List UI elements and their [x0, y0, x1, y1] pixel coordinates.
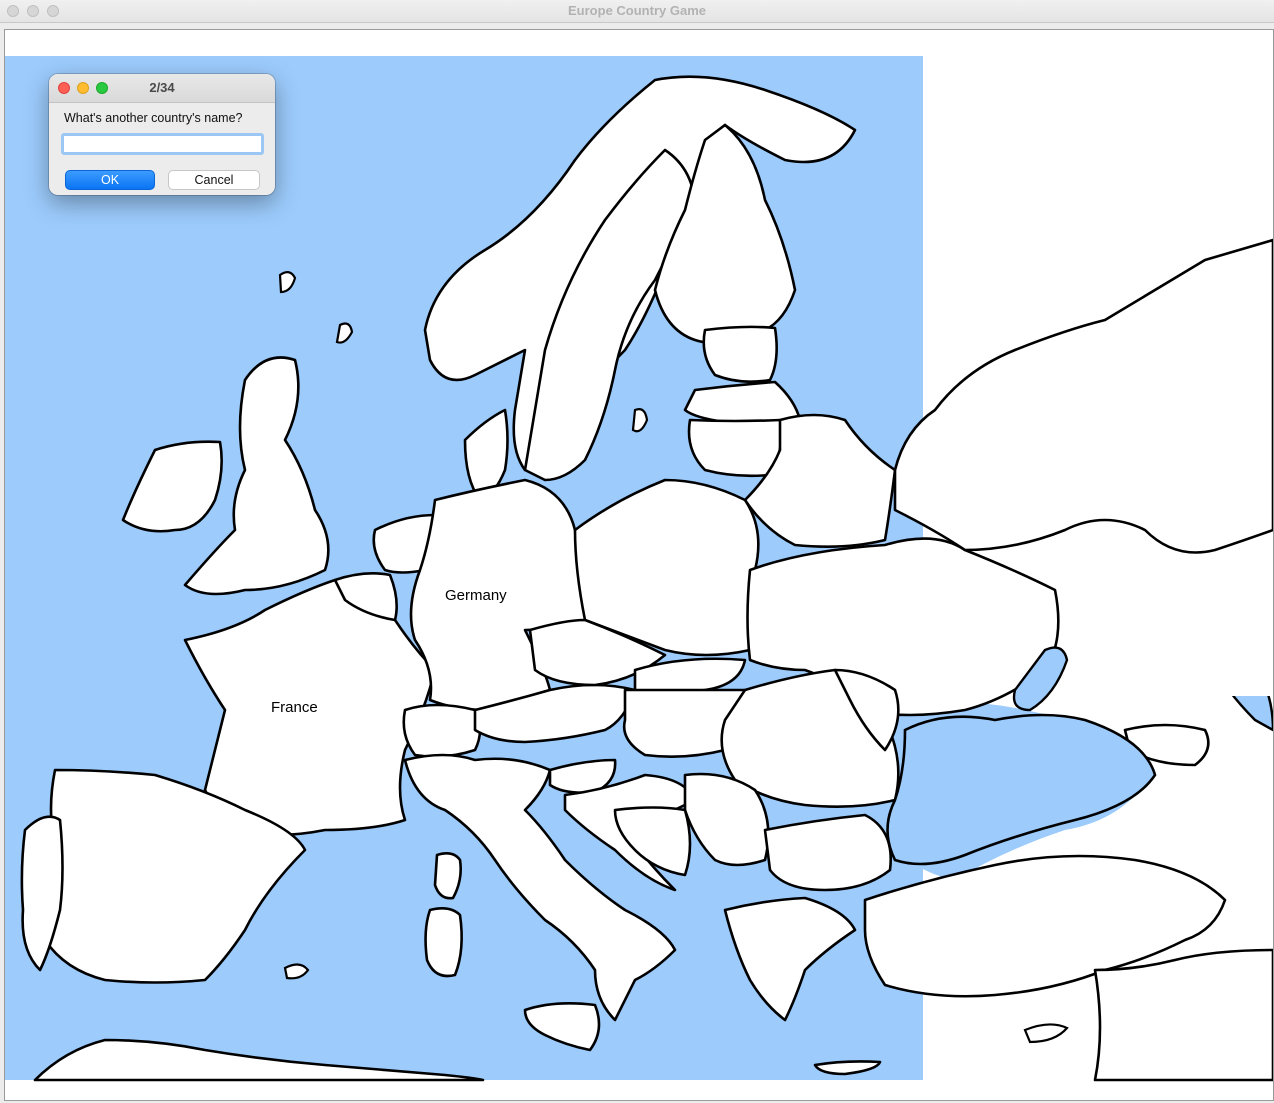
dialog-prompt: What's another country's name? — [64, 111, 243, 125]
country-input-dialog: 2/34 What's another country's name? OK C… — [49, 74, 275, 195]
game-window: Europe Country Game Germany France 2/34 … — [0, 0, 1274, 1103]
country-label-france: France — [271, 699, 318, 716]
window-title: Europe Country Game — [568, 3, 706, 18]
country-label-germany: Germany — [445, 587, 507, 604]
ok-button[interactable]: OK — [65, 170, 155, 190]
dialog-title: 2/34 — [149, 80, 175, 95]
cancel-button[interactable]: Cancel — [168, 170, 260, 190]
country-estonia[interactable] — [702, 325, 778, 383]
country-corsica[interactable] — [433, 852, 462, 900]
country-middle-east[interactable] — [1093, 948, 1273, 1082]
country-lithuania[interactable] — [687, 418, 783, 478]
country-sardinia[interactable] — [424, 907, 463, 978]
island-cyprus — [1023, 1023, 1069, 1044]
dialog-titlebar: 2/34 — [49, 74, 275, 103]
country-name-input[interactable] — [61, 133, 264, 155]
country-latvia[interactable] — [683, 380, 802, 425]
country-bulgaria[interactable] — [763, 813, 892, 892]
window-titlebar: Europe Country Game — [0, 0, 1274, 23]
country-switzerland[interactable] — [402, 703, 482, 758]
